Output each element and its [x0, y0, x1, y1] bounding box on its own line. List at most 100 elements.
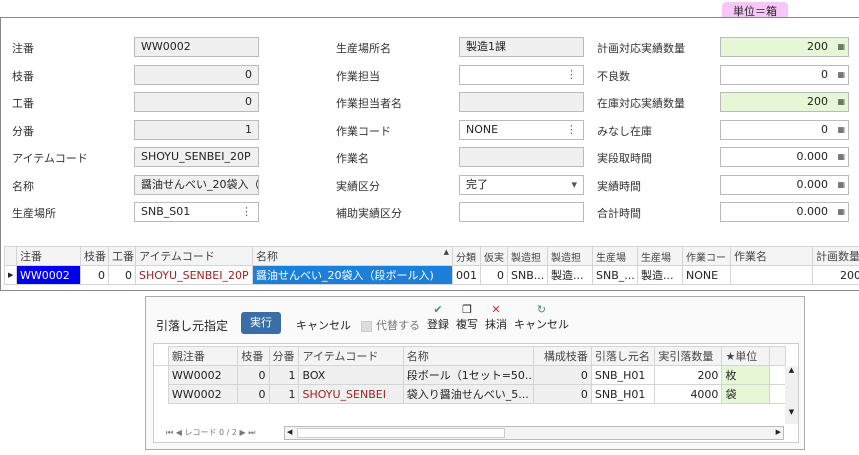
field-input[interactable]: 0.000 ▦: [720, 202, 849, 222]
table-row[interactable]: ▶ WW0002 0 0 SHOYU_SENBEI_20P 醤油せんべい_20袋入（段ボー…: [4, 265, 859, 285]
grid-cell[interactable]: 0: [533, 365, 592, 385]
column-header[interactable]: 名称: [402, 346, 535, 366]
field-input[interactable]: 完了 ▾: [459, 174, 584, 195]
calculator-icon[interactable]: ▦: [837, 148, 845, 166]
copy-button[interactable]: ❐ 複写: [456, 303, 478, 332]
column-header[interactable]: 枝番: [80, 246, 109, 266]
column-header[interactable]: アイテムコード: [135, 246, 253, 266]
field-input[interactable]: NONE ⋮: [459, 119, 584, 140]
field-input[interactable]: 1: [134, 119, 259, 140]
grid-cell[interactable]: SNB...: [507, 265, 548, 285]
delete-button[interactable]: ✕ 抹消: [485, 303, 507, 332]
undo-cancel-button[interactable]: ↻ キャンセル: [514, 303, 569, 332]
calculator-icon[interactable]: ▦: [837, 176, 845, 194]
column-header[interactable]: 名称 ▲: [252, 246, 453, 266]
grid-cell[interactable]: 枚: [721, 365, 771, 385]
grid-cell[interactable]: 0: [237, 384, 270, 404]
grid-cell[interactable]: 0: [533, 384, 592, 404]
calculator-icon[interactable]: ▦: [837, 66, 845, 84]
field-input[interactable]: [459, 202, 584, 222]
column-header[interactable]: 枝番: [237, 346, 270, 366]
grid-cell[interactable]: 200: [812, 265, 859, 285]
grid-cell[interactable]: 袋: [721, 384, 771, 404]
grid-cell[interactable]: 0: [80, 265, 109, 285]
horizontal-scrollbar[interactable]: ◀ ▶: [284, 426, 784, 440]
field-input[interactable]: 200 ▦: [720, 92, 849, 112]
grid-cell[interactable]: 1: [268, 384, 300, 404]
more-options-icon[interactable]: ⋮: [241, 203, 252, 221]
column-header[interactable]: 作業コー: [682, 246, 731, 266]
chevron-down-icon[interactable]: ▾: [571, 176, 577, 194]
column-header[interactable]: アイテムコード: [298, 346, 404, 366]
field-input[interactable]: 0: [134, 64, 259, 85]
column-header[interactable]: 計画数量: [812, 246, 859, 266]
column-header[interactable]: 生産場: [637, 246, 683, 266]
run-button[interactable]: 実行: [241, 312, 281, 334]
column-header[interactable]: 実引落数量: [654, 346, 723, 366]
calculator-icon[interactable]: ▦: [837, 203, 845, 221]
grid-cell[interactable]: [730, 265, 813, 285]
column-header[interactable]: 製造担: [547, 246, 593, 266]
field-input[interactable]: ⋮: [459, 64, 584, 85]
field-input[interactable]: SNB_S01 ⋮: [134, 202, 259, 222]
grid-cell[interactable]: WW0002: [167, 365, 239, 385]
grid-cell[interactable]: 製造...: [637, 265, 683, 285]
field-input[interactable]: 200 ▦: [720, 37, 849, 57]
field-input[interactable]: SHOYU_SENBEI_20P: [134, 147, 259, 167]
grid-cell[interactable]: SNB_H01: [590, 384, 656, 404]
column-header[interactable]: 注番: [16, 246, 81, 266]
table-row[interactable]: WW0002 0 1 BOX 段ボール（1セット=50... 0 SNB_H01 200 枚: [154, 365, 786, 385]
grid-cell[interactable]: 段ボール（1セット=50...: [402, 365, 535, 385]
grid-cell[interactable]: WW0002: [16, 265, 81, 285]
substitute-checkbox[interactable]: [361, 320, 372, 332]
grid-cell[interactable]: SNB_H01: [590, 365, 656, 385]
field-input[interactable]: 製造1課: [459, 37, 584, 57]
sub-grid[interactable]: 親注番 枝番 分番 アイテムコード 名称 構成枝番 引落し元名 実引落数量 ★単位 WW0002…: [154, 346, 786, 404]
field-input[interactable]: [459, 92, 584, 112]
grid-cell[interactable]: 袋入り醤油せんべい_5...: [402, 384, 535, 404]
table-row[interactable]: WW0002 0 1 SHOYU_SENBEI 袋入り醤油せんべい_5... 0 SNB_H…: [154, 384, 786, 404]
field-input[interactable]: 0 ▦: [720, 119, 849, 140]
column-header[interactable]: 作業名: [730, 246, 813, 266]
grid-cell[interactable]: BOX: [298, 365, 404, 385]
grid-cell[interactable]: SHOYU_SENBEI_20P: [135, 265, 253, 285]
grid-cell[interactable]: 製造...: [547, 265, 593, 285]
vertical-scrollbar[interactable]: ▲ ▼: [785, 366, 798, 424]
field-input[interactable]: 0 ▦: [720, 64, 849, 85]
grid-cell[interactable]: WW0002: [167, 384, 239, 404]
calculator-icon[interactable]: ▦: [837, 38, 845, 56]
calculator-icon[interactable]: ▦: [837, 121, 845, 139]
grid-cell[interactable]: SHOYU_SENBEI: [298, 384, 404, 404]
grid-cell[interactable]: SNB_...: [592, 265, 638, 285]
record-navigator[interactable]: ⏮ ◀ レコード 0 / 2 ▶ ⏭: [166, 426, 255, 440]
column-header[interactable]: ★単位: [721, 346, 771, 366]
column-header[interactable]: 分番: [268, 346, 300, 366]
grid-cell[interactable]: 0: [480, 265, 508, 285]
grid-cell[interactable]: 0: [237, 365, 270, 385]
column-header[interactable]: 親注番: [167, 346, 239, 366]
grid-cell[interactable]: 醤油せんべい_20袋入（段ボール入): [252, 265, 453, 285]
field-input[interactable]: 0.000 ▦: [720, 174, 849, 195]
column-header[interactable]: 生産場: [592, 246, 638, 266]
grid-cell[interactable]: 1: [268, 365, 300, 385]
main-grid[interactable]: 注番 枝番 工番 アイテムコード 名称 ▲ 分類 仮実 製造担 製造担 生産場 生産場 作業コー 作業名…: [4, 246, 859, 285]
more-options-icon[interactable]: ⋮: [566, 66, 577, 84]
field-input[interactable]: WW0002: [134, 37, 259, 57]
field-input[interactable]: [459, 147, 584, 167]
column-header[interactable]: 製造担: [507, 246, 548, 266]
column-header[interactable]: 工番: [108, 246, 136, 266]
grid-cell[interactable]: 0: [108, 265, 136, 285]
field-input[interactable]: 0.000 ▦: [720, 147, 849, 167]
grid-cell[interactable]: 001: [452, 265, 481, 285]
calculator-icon[interactable]: ▦: [837, 93, 845, 111]
more-options-icon[interactable]: ⋮: [566, 121, 577, 139]
field-input[interactable]: 醤油せんべい_20袋入（段ボール入): [134, 174, 259, 195]
column-header[interactable]: 仮実: [480, 246, 508, 266]
column-header[interactable]: 引落し元名: [590, 346, 656, 366]
column-header[interactable]: 構成枝番: [533, 346, 592, 366]
grid-cell[interactable]: NONE: [682, 265, 731, 285]
grid-cell[interactable]: 200: [654, 365, 723, 385]
column-header[interactable]: 分類: [452, 246, 481, 266]
register-button[interactable]: ✔ 登録: [427, 303, 449, 332]
grid-cell[interactable]: 4000: [654, 384, 723, 404]
